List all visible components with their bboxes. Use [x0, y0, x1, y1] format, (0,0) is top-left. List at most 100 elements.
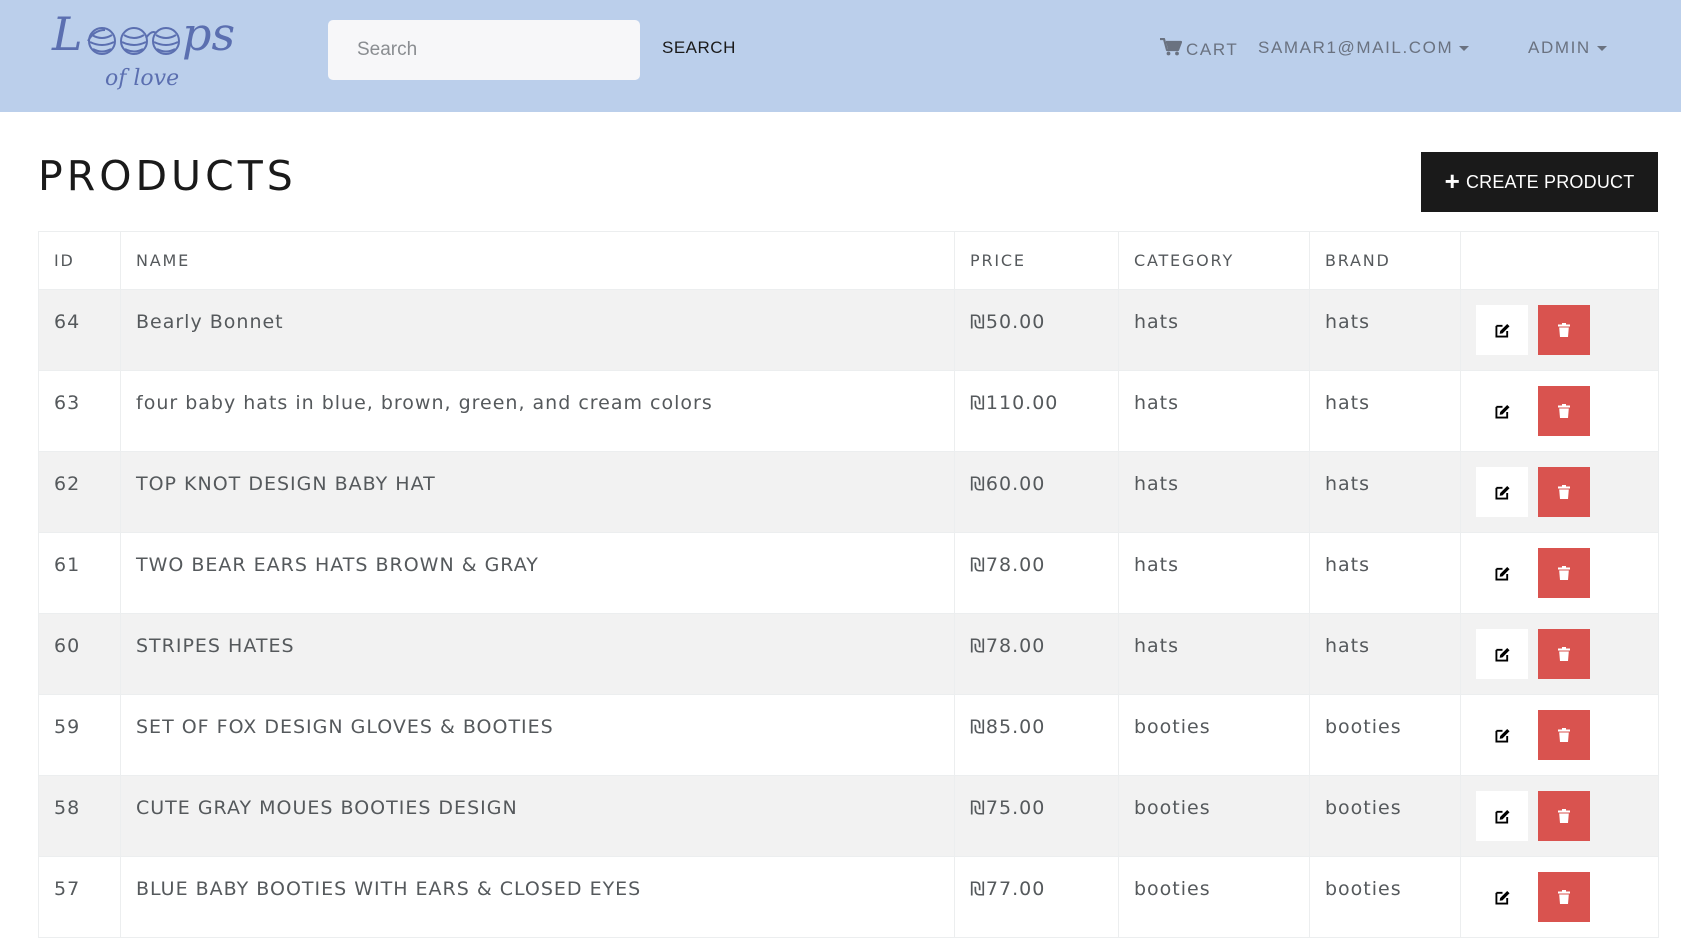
page-title: PRODUCTS: [38, 152, 297, 200]
delete-product-button[interactable]: [1538, 872, 1591, 922]
edit-icon: [1494, 404, 1510, 419]
edit-product-button[interactable]: [1476, 872, 1528, 922]
column-header-category[interactable]: CATEGORY: [1118, 231, 1310, 290]
chevron-down-icon: [1596, 46, 1607, 51]
cell-actions: [1460, 289, 1659, 371]
delete-product-button[interactable]: [1538, 629, 1591, 679]
create-product-button[interactable]: + CREATE PRODUCT: [1421, 152, 1658, 212]
edit-icon: [1494, 728, 1510, 743]
cell-actions: [1460, 613, 1659, 695]
column-header-price[interactable]: PRICE: [954, 231, 1119, 290]
cell-name: TWO BEAR EARS HATS BROWN & GRAY: [120, 532, 955, 614]
trash-icon: [1558, 890, 1571, 904]
cell-category: hats: [1118, 532, 1310, 614]
column-header-brand[interactable]: BRAND: [1309, 231, 1461, 290]
cell-price: ₪77.00: [954, 856, 1119, 938]
delete-product-button[interactable]: [1538, 548, 1591, 598]
cell-actions: [1460, 451, 1659, 533]
svg-text:ps: ps: [182, 8, 235, 61]
cell-actions: [1460, 775, 1659, 857]
cell-price: ₪75.00: [954, 775, 1119, 857]
trash-icon: [1558, 323, 1571, 337]
cell-id: 59: [38, 694, 121, 776]
edit-product-button[interactable]: [1476, 548, 1528, 598]
cell-category: hats: [1118, 289, 1310, 371]
edit-product-button[interactable]: [1476, 305, 1528, 355]
cell-name: CUTE GRAY MOUES BOOTIES DESIGN: [120, 775, 955, 857]
cell-id: 62: [38, 451, 121, 533]
delete-product-button[interactable]: [1538, 305, 1591, 355]
edit-product-button[interactable]: [1476, 629, 1528, 679]
edit-product-button[interactable]: [1476, 710, 1528, 760]
cell-category: hats: [1118, 370, 1310, 452]
trash-icon: [1558, 728, 1571, 742]
edit-icon: [1494, 809, 1510, 824]
cell-name: Bearly Bonnet: [120, 289, 955, 371]
cell-brand: hats: [1309, 451, 1461, 533]
logo-graphic: L ps of love: [51, 8, 235, 91]
edit-icon: [1494, 566, 1510, 581]
cell-name: four baby hats in blue, brown, green, an…: [120, 370, 955, 452]
table-row: 62 TOP KNOT DESIGN BABY HAT ₪60.00 hats …: [38, 451, 1659, 533]
cell-brand: booties: [1309, 856, 1461, 938]
delete-product-button[interactable]: [1538, 386, 1591, 436]
cell-price: ₪78.00: [954, 532, 1119, 614]
cell-brand: hats: [1309, 532, 1461, 614]
search-button[interactable]: SEARCH: [662, 38, 736, 58]
table-row: 57 BLUE BABY BOOTIES WITH EARS & CLOSED …: [38, 856, 1659, 938]
nav-cart-link[interactable]: CART: [1160, 37, 1238, 61]
plus-icon: +: [1444, 166, 1460, 196]
admin-menu-label: ADMIN: [1528, 38, 1591, 57]
user-menu-dropdown[interactable]: SAMAR1@MAIL.COM: [1258, 38, 1470, 58]
cell-brand: hats: [1309, 370, 1461, 452]
cell-name: TOP KNOT DESIGN BABY HAT: [120, 451, 955, 533]
cell-price: ₪110.00: [954, 370, 1119, 452]
table-row: 61 TWO BEAR EARS HATS BROWN & GRAY ₪78.0…: [38, 532, 1659, 614]
cell-actions: [1460, 532, 1659, 614]
cell-category: hats: [1118, 613, 1310, 695]
cell-brand: hats: [1309, 613, 1461, 695]
brand-logo[interactable]: L ps of love: [50, 8, 280, 98]
cell-brand: booties: [1309, 694, 1461, 776]
cell-category: booties: [1118, 775, 1310, 857]
cell-id: 63: [38, 370, 121, 452]
delete-product-button[interactable]: [1538, 467, 1591, 517]
cell-price: ₪85.00: [954, 694, 1119, 776]
cell-id: 60: [38, 613, 121, 695]
cell-actions: [1460, 856, 1659, 938]
column-header-name[interactable]: NAME: [120, 231, 955, 290]
table-row: 64 Bearly Bonnet ₪50.00 hats hats: [38, 289, 1659, 371]
trash-icon: [1558, 485, 1571, 499]
cell-id: 61: [38, 532, 121, 614]
search-input[interactable]: [328, 20, 640, 80]
yarn-ball-icon: [152, 27, 180, 55]
products-table: ID NAME PRICE CATEGORY BRAND 64 Bearly B…: [38, 231, 1659, 938]
table-row: 60 STRIPES HATES ₪78.00 hats hats: [38, 613, 1659, 695]
edit-product-button[interactable]: [1476, 467, 1528, 517]
edit-icon: [1494, 323, 1510, 338]
yarn-ball-icon: [87, 27, 116, 55]
edit-product-button[interactable]: [1476, 386, 1528, 436]
create-product-label: CREATE PRODUCT: [1465, 171, 1635, 192]
chevron-down-icon: [1459, 46, 1470, 51]
cell-name: SET OF FOX DESIGN GLOVES & BOOTIES: [120, 694, 955, 776]
navbar: L ps of love SEARCH: [0, 0, 1681, 112]
cell-brand: booties: [1309, 775, 1461, 857]
cell-category: booties: [1118, 856, 1310, 938]
cell-price: ₪60.00: [954, 451, 1119, 533]
delete-product-button[interactable]: [1538, 710, 1591, 760]
table-row: 58 CUTE GRAY MOUES BOOTIES DESIGN ₪75.00…: [38, 775, 1659, 857]
column-header-id[interactable]: ID: [38, 231, 121, 290]
cell-price: ₪78.00: [954, 613, 1119, 695]
cart-icon: [1160, 37, 1183, 61]
cell-category: hats: [1118, 451, 1310, 533]
edit-product-button[interactable]: [1476, 791, 1528, 841]
admin-menu-dropdown[interactable]: ADMIN: [1528, 38, 1607, 58]
edit-icon: [1494, 890, 1510, 905]
cell-brand: hats: [1309, 289, 1461, 371]
edit-icon: [1494, 485, 1510, 500]
delete-product-button[interactable]: [1538, 791, 1591, 841]
products-table-container: ID NAME PRICE CATEGORY BRAND 64 Bearly B…: [38, 231, 1659, 938]
cell-name: STRIPES HATES: [120, 613, 955, 695]
trash-icon: [1558, 809, 1571, 823]
